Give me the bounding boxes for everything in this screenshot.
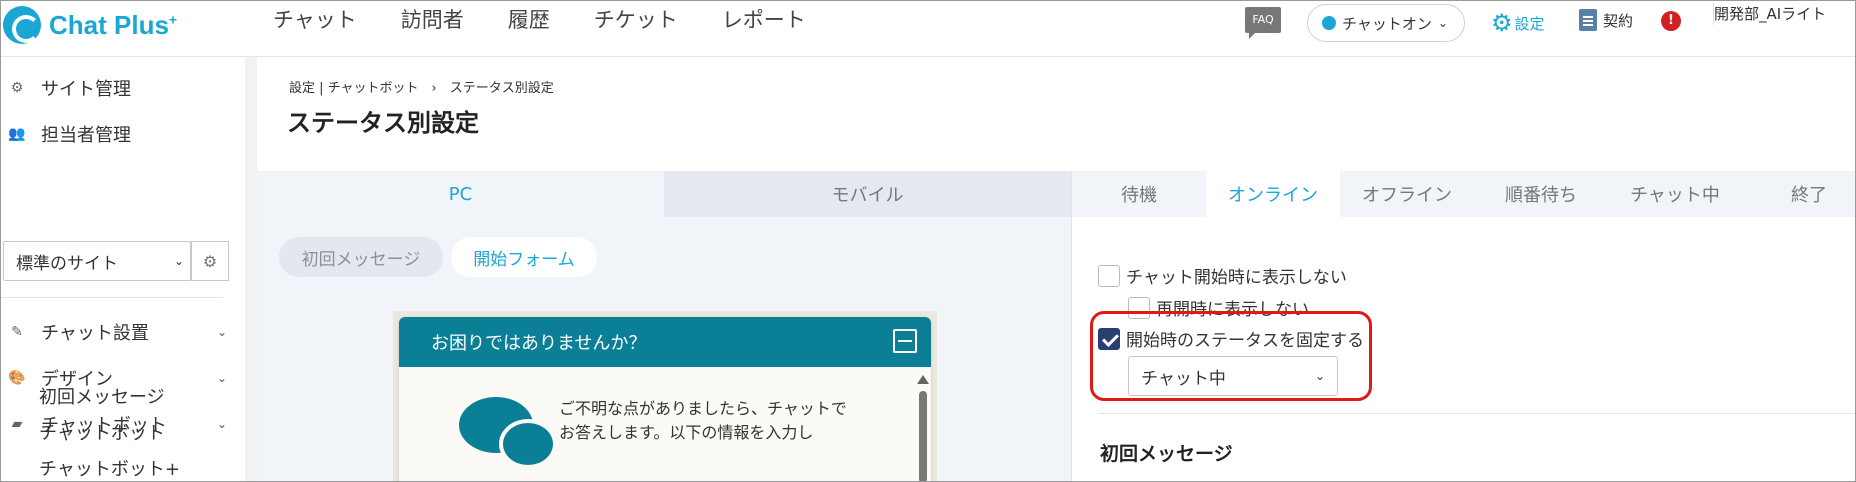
alert-icon[interactable]: ! [1661,11,1681,31]
nav-visitors[interactable]: 訪問者 [401,5,464,35]
tools-icon: ✎ [11,324,23,340]
sidebar-item-label: チャット設置 [41,323,149,344]
tab-pc[interactable]: PC [257,171,664,217]
settings-pane: 待機 オンライン オフライン 順番待ち チャット中 終了 チャット開始時に表示し… [1071,171,1855,481]
sidebar: ⚙ サイト管理 👥 担当者管理 標準のサイト ⌄ ⚙ ✎ チャット設置 ⌄ 🎨 … [1,57,245,481]
option-hide-on-start[interactable]: チャット開始時に表示しない [1098,263,1347,288]
tab-online[interactable]: オンライン [1206,171,1340,217]
chevron-down-icon: ⌄ [217,325,228,339]
hide-on-start-label: チャット開始時に表示しない [1126,268,1347,288]
settings-link[interactable]: ⚙ 設定 [1491,9,1545,37]
speech-bubbles-icon [459,397,557,469]
logo-text: Chat Plus+ [49,9,178,40]
site-settings-button[interactable]: ⚙ [191,241,229,281]
site-select[interactable]: 標準のサイト ⌄ [3,241,191,281]
top-nav: チャット 訪問者 履歴 チケット レポート [273,5,850,35]
widget-title: お困りではありませんか？ [431,333,647,354]
sidebar-subitem-chatbot[interactable]: チャットボット [39,419,165,445]
section-heading-first-message: 初回メッセージ [1100,443,1233,465]
scroll-thumb[interactable] [919,391,927,481]
nav-tickets[interactable]: チケット [594,5,678,35]
tab-standby[interactable]: 待機 [1072,171,1206,217]
faq-icon[interactable]: FAQ [1245,7,1281,39]
document-icon [1579,9,1597,31]
sidebar-item-staff-admin[interactable]: 👥 担当者管理 [7,121,131,147]
chevron-down-icon: ⌄ [1437,16,1448,30]
settings-label: 設定 [1514,14,1545,33]
gear-icon: ⚙ [202,251,218,271]
sidebar-item-label: 担当者管理 [41,125,131,146]
tab-mobile[interactable]: モバイル [664,171,1071,217]
section-divider [1098,413,1855,414]
gear-icon: ⚙ [1491,9,1513,37]
page-title: ステータス別設定 [287,109,479,137]
sidebar-divider [1,297,223,298]
tab-start-form[interactable]: 開始フォーム [451,237,597,277]
hide-on-start-checkbox[interactable] [1098,264,1120,287]
sidebar-subitem-chatbot-plus[interactable]: チャットボット+ [39,455,180,481]
chat-bubble-icon: ▰ [11,416,23,432]
contract-link[interactable]: 契約 [1579,9,1633,31]
sidebar-scrollbar[interactable] [245,57,257,481]
top-header: Chat Plus+ チャット 訪問者 履歴 チケット レポート FAQ チャッ… [1,1,1855,57]
chat-logo-icon [3,6,41,44]
status-tabs: 待機 オンライン オフライン 順番待ち チャット中 終了 [1072,171,1855,217]
device-tabs: PC モバイル [257,171,1071,217]
online-dot-icon [1322,16,1336,30]
nav-chat[interactable]: チャット [273,5,357,35]
preview-pane: 初回メッセージ 開始フォーム お困りではありませんか？ ご不明な点がありましたら… [257,217,1071,481]
chat-status-label: チャットオン [1342,14,1432,33]
widget-message: ご不明な点がありましたら、チャットでお答えします。以下の情報を入力し [559,399,847,442]
main-content: 設定 | チャットボット › ステータス別設定 ステータス別設定 PC モバイル… [257,57,1855,481]
app-window: Chat Plus+ チャット 訪問者 履歴 チケット レポート FAQ チャッ… [0,0,1856,482]
chevron-down-icon: ⌄ [217,417,228,431]
sidebar-item-site-admin[interactable]: ⚙ サイト管理 [7,75,131,101]
minimize-icon[interactable] [893,329,917,353]
users-icon: 👥 [8,126,26,142]
sidebar-subitem-first-message[interactable]: 初回メッセージ [39,383,165,409]
chevron-down-icon: ⌄ [217,371,228,385]
widget-body: ご不明な点がありましたら、チャットでお答えします。以下の情報を入力し [399,367,931,481]
tab-first-message[interactable]: 初回メッセージ [279,237,443,277]
widget-scrollbar[interactable] [917,375,929,481]
highlight-annotation [1090,311,1372,401]
scroll-up-icon[interactable] [917,375,929,384]
site-select-value: 標準のサイト [16,253,118,274]
breadcrumb[interactable]: 設定 | チャットボット › ステータス別設定 [289,77,554,96]
sidebar-item-label: サイト管理 [41,79,131,100]
tab-ended[interactable]: 終了 [1742,171,1855,217]
sidebar-item-chat-setup[interactable]: ✎ チャット設置 ⌄ [7,319,227,345]
nav-history[interactable]: 履歴 [508,5,550,35]
tab-queue[interactable]: 順番待ち [1474,171,1608,217]
chevron-down-icon: ⌄ [173,254,184,268]
user-menu[interactable]: 開発部_AIライト [1713,3,1833,25]
nav-reports[interactable]: レポート [722,5,806,35]
palette-icon: 🎨 [8,370,26,386]
logo[interactable]: Chat Plus+ [3,5,177,45]
tab-chatting[interactable]: チャット中 [1608,171,1742,217]
chat-status-dropdown[interactable]: チャットオン ⌄ [1307,4,1465,42]
gears-icon: ⚙ [10,80,24,96]
widget-header: お困りではありませんか？ [399,317,931,367]
tab-offline[interactable]: オフライン [1340,171,1474,217]
contract-label: 契約 [1603,11,1634,30]
chat-widget-preview: お困りではありませんか？ ご不明な点がありましたら、チャットでお答えします。以下… [399,317,931,481]
